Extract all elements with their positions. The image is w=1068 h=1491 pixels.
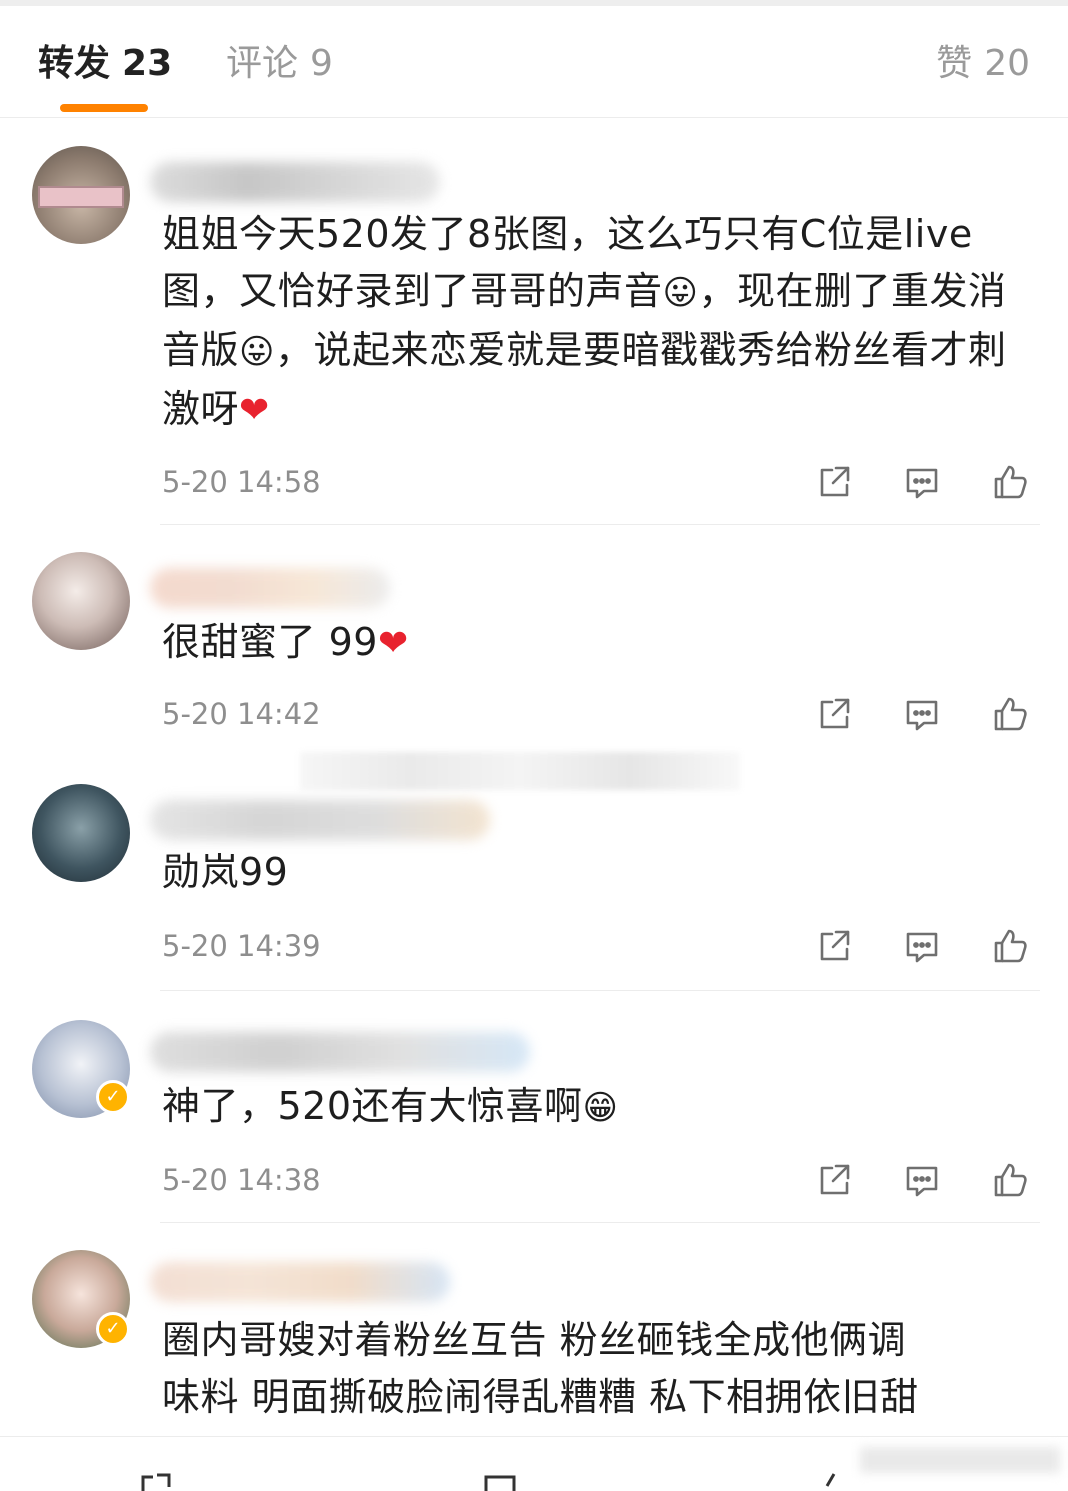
- tab-comment-count: 9: [310, 43, 333, 84]
- verified-badge-icon: ✓: [96, 1080, 130, 1114]
- comment-actions: [810, 926, 1030, 966]
- comment-text: 很甜蜜了 99❤: [162, 620, 409, 664]
- comment-timestamp: 5-20 14:42: [162, 697, 321, 731]
- share-icon[interactable]: [814, 462, 854, 502]
- verified-badge-icon: ✓: [96, 1312, 130, 1346]
- share-icon: [141, 1473, 171, 1491]
- comment-actions: [810, 462, 1030, 502]
- comment-text-line: 圈内哥嫂对着粉丝互告 粉丝砸钱全成他俩调: [162, 1318, 907, 1362]
- username-redacted[interactable]: [150, 162, 440, 202]
- comment-icon[interactable]: [902, 462, 942, 502]
- comment-icon[interactable]: [902, 694, 942, 734]
- comment-text: 姐姐今天520发了8张图，这么巧只有C位是live图，又恰好录到了哥哥的声音😛，…: [162, 212, 1007, 431]
- tab-repost-label: 转发: [38, 43, 111, 84]
- thumbs-up-icon[interactable]: [990, 1160, 1030, 1200]
- comment-text-line: 味料 明面撕破脸闹得乱糟糟 私下相拥依旧甜: [162, 1375, 919, 1419]
- list-item: 姐姐今天520发了8张图，这么巧只有C位是live图，又恰好录到了哥哥的声音😛，…: [0, 118, 1068, 526]
- avatar[interactable]: [32, 146, 130, 244]
- comment-text: 圈内哥嫂对着粉丝互告 粉丝砸钱全成他俩调 味料 明面撕破脸闹得乱糟糟 私下相拥依…: [162, 1312, 1042, 1426]
- avatar[interactable]: [32, 552, 130, 650]
- comment-text: 勋岚99: [162, 850, 289, 894]
- share-icon[interactable]: [814, 1160, 854, 1200]
- tab-like-label: 赞: [936, 43, 973, 84]
- thumbs-up-icon[interactable]: [990, 926, 1030, 966]
- tongue-out-emoji-icon: 😛: [239, 332, 275, 372]
- share-icon[interactable]: [814, 926, 854, 966]
- divider: [160, 524, 1040, 525]
- thumbs-up-icon[interactable]: [990, 462, 1030, 502]
- thumbs-up-icon: [825, 1473, 836, 1487]
- comment-icon[interactable]: [902, 926, 942, 966]
- tab-comment[interactable]: 评论 9: [226, 42, 333, 86]
- tab-repost-count: 23: [122, 43, 173, 84]
- heart-icon: ❤: [239, 390, 270, 431]
- heart-icon: ❤: [377, 623, 409, 664]
- comment-button[interactable]: [480, 1469, 520, 1491]
- comment-icon[interactable]: [902, 1160, 942, 1200]
- comment-timestamp: 5-20 14:38: [162, 1163, 321, 1197]
- list-item: ✓ 圈内哥嫂对着粉丝互告 粉丝砸钱全成他俩调 味料 明面撕破脸闹得乱糟糟 私下相…: [0, 1224, 1068, 1436]
- divider: [160, 1222, 1040, 1223]
- username-redacted[interactable]: [150, 1262, 450, 1302]
- avatar[interactable]: [32, 784, 130, 882]
- username-redacted[interactable]: [150, 1032, 530, 1072]
- grinning-emoji-icon: 😁: [582, 1088, 619, 1128]
- tab-repost[interactable]: 转发 23: [38, 42, 172, 86]
- share-icon[interactable]: [814, 694, 854, 734]
- divider: [160, 990, 1040, 991]
- tab-like[interactable]: 赞 20: [936, 42, 1030, 86]
- redaction-blur: [860, 1447, 1060, 1473]
- comment-actions: [810, 694, 1030, 734]
- comment-icon: [484, 1475, 516, 1491]
- tab-bar: 转发 23 评论 9 赞 20: [0, 6, 1068, 118]
- list-item: ✓ 神了，520还有大惊喜啊😁 5-20 14:38: [0, 992, 1068, 1224]
- thumbs-up-icon[interactable]: [990, 694, 1030, 734]
- comment-timestamp: 5-20 14:39: [162, 929, 321, 963]
- comment-text: 神了，520还有大惊喜啊😁: [162, 1084, 619, 1128]
- like-button[interactable]: [815, 1469, 855, 1491]
- list-item: 很甜蜜了 99❤ 5-20 14:42: [0, 526, 1068, 758]
- username-redacted[interactable]: [150, 800, 490, 840]
- tab-like-count: 20: [984, 43, 1030, 84]
- repost-button[interactable]: [135, 1469, 175, 1491]
- tongue-out-emoji-icon: 😛: [662, 273, 699, 313]
- comment-actions: [810, 1160, 1030, 1200]
- tab-comment-label: 评论: [226, 43, 299, 84]
- list-item: 勋岚99 5-20 14:39: [0, 758, 1068, 992]
- username-redacted[interactable]: [150, 568, 390, 608]
- active-tab-indicator: [60, 104, 148, 112]
- bottom-action-bar: [0, 1436, 1068, 1491]
- comment-timestamp: 5-20 14:58: [162, 465, 321, 499]
